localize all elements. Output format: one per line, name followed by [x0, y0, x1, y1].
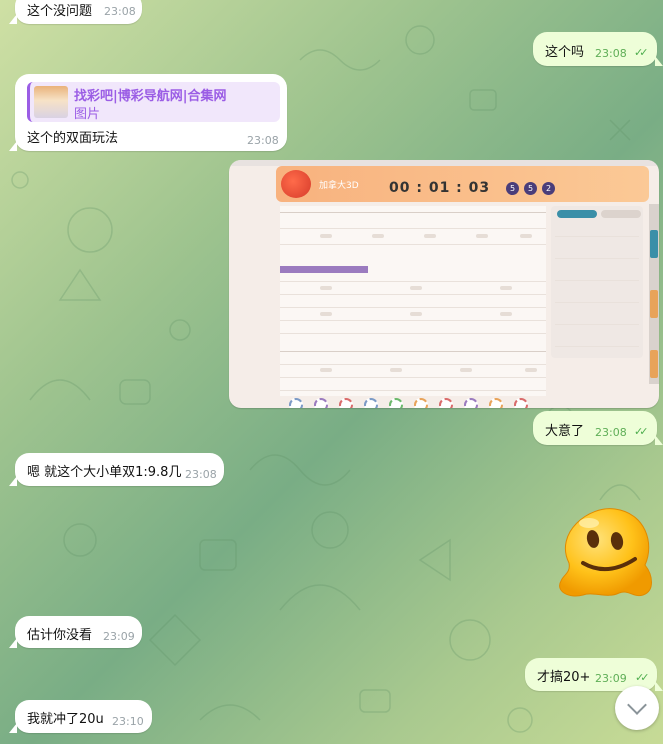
screenshot-highlight-row	[280, 266, 368, 273]
message-time: 23:08	[185, 468, 217, 481]
screenshot-logo-text: 加拿大3D	[319, 181, 359, 191]
screenshot-ball: 5	[524, 182, 537, 195]
double-check-icon: ✓✓	[635, 671, 650, 684]
bubble-tail	[9, 476, 17, 486]
message-text: 才搞20+	[537, 670, 591, 685]
screenshot-timer: 00 : 01 : 03	[389, 180, 491, 196]
chevron-down-icon	[627, 695, 647, 715]
reply-thumbnail	[34, 86, 68, 118]
message-bubble-incoming[interactable]: 嗯 就这个大小单双1:9.8几 23:08	[9, 453, 224, 486]
message-time: 23:08	[247, 134, 279, 147]
double-check-icon: ✓✓	[634, 425, 649, 438]
message-text: 我就冲了20u	[27, 712, 104, 727]
bubble-tail	[9, 141, 17, 151]
message-time: 23:10	[112, 715, 144, 728]
message-bubble-outgoing[interactable]: 大意了 23:08 ✓✓	[533, 411, 663, 445]
screenshot-table-panel	[280, 206, 546, 396]
message-bubble-incoming[interactable]: 我就冲了20u 23:10	[9, 700, 152, 733]
message-time: 23:08	[595, 426, 627, 439]
message-bubble-outgoing[interactable]: 这个吗 23:08 ✓✓	[533, 32, 663, 66]
bubble-tail	[9, 638, 17, 648]
message-text: 嗯 就这个大小单双1:9.8几	[27, 465, 182, 480]
scroll-to-bottom-button[interactable]	[615, 686, 659, 730]
screenshot-ball: 2	[542, 182, 555, 195]
bubble-tail	[9, 723, 17, 733]
message-text: 估计你没看	[27, 628, 93, 643]
screenshot-side-panel	[551, 206, 643, 358]
reply-title: 找彩吧|博彩导航网|合集网	[74, 89, 227, 104]
bubble-tail	[9, 14, 17, 24]
message-time: 23:09	[103, 630, 135, 643]
reply-subtitle: 图片	[74, 107, 101, 122]
message-time: 23:08	[595, 47, 627, 60]
bubble-tail	[655, 56, 663, 66]
message-bubble-incoming[interactable]: 这个没问题 23:08	[9, 0, 142, 24]
bubble-tail	[655, 435, 663, 445]
bubble-tail	[655, 681, 663, 691]
melting-face-sticker[interactable]	[549, 503, 657, 603]
message-text: 这个吗	[545, 45, 585, 60]
message-text: 这个的双面玩法	[27, 131, 119, 146]
message-time: 23:09	[595, 672, 627, 685]
reply-preview[interactable]: 找彩吧|博彩导航网|合集网 图片	[27, 82, 280, 122]
message-text: 这个没问题	[27, 4, 93, 19]
message-time: 23:08	[104, 5, 136, 18]
screenshot-ball: 5	[506, 182, 519, 195]
double-check-icon: ✓✓	[634, 46, 649, 59]
message-bubble-incoming[interactable]: 找彩吧|博彩导航网|合集网 图片 这个的双面玩法 23:08	[9, 74, 287, 151]
message-bubble-incoming[interactable]: 估计你没看 23:09	[9, 616, 142, 648]
message-text: 大意了	[545, 424, 585, 439]
screenshot-logo	[281, 170, 311, 198]
image-message[interactable]: 加拿大3D 00 : 01 : 03 5 5 2	[229, 160, 659, 408]
